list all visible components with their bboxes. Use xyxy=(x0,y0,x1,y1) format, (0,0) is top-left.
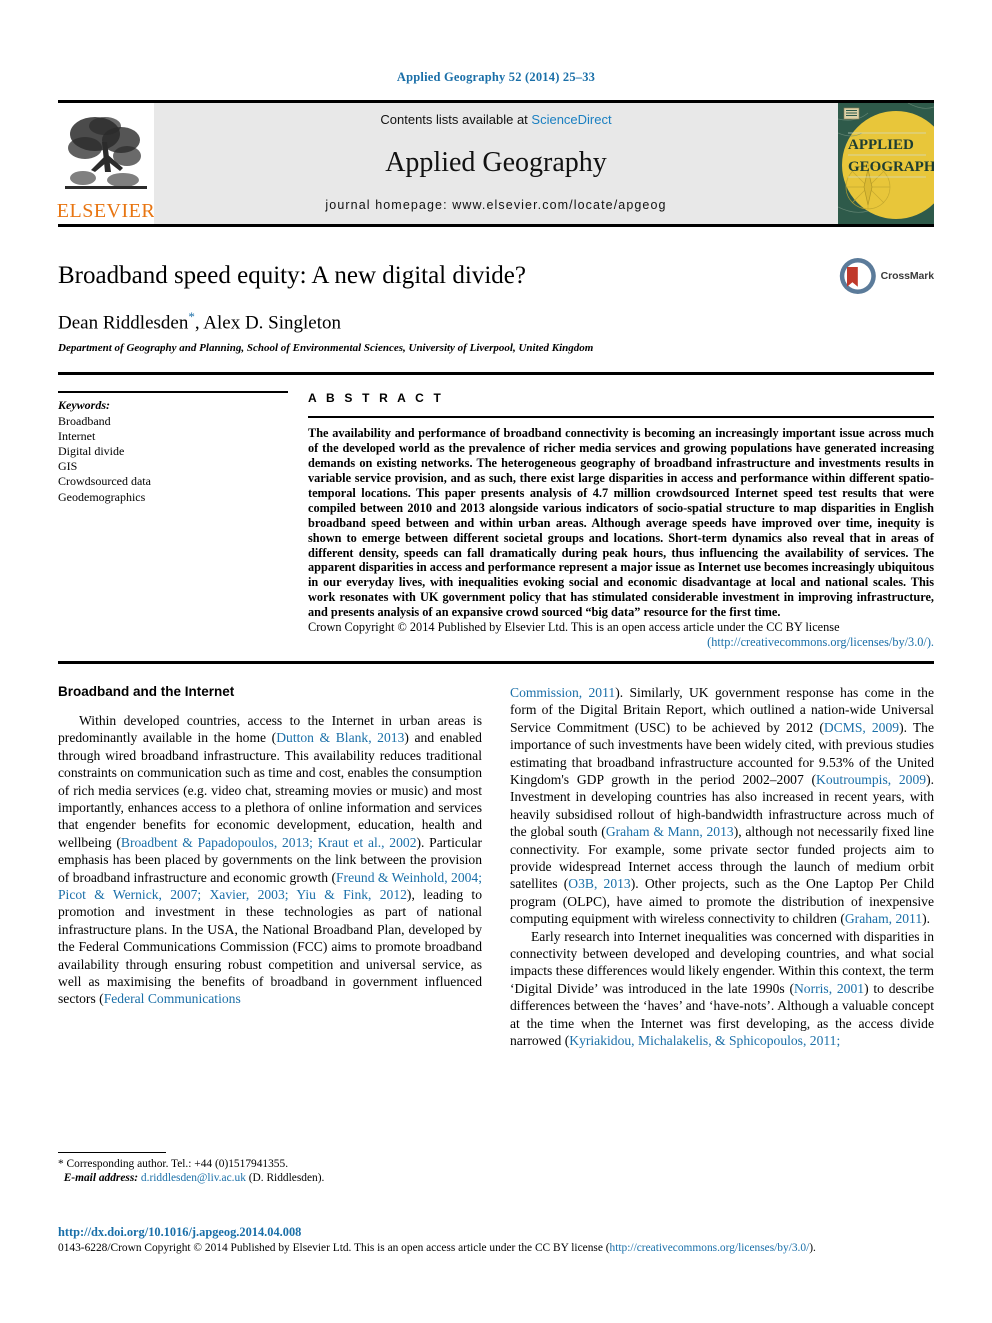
keywords-rule xyxy=(58,391,288,394)
author-list: Dean Riddlesden*, Alex D. Singleton xyxy=(58,305,934,334)
footnote-corresponding-author: * Corresponding author. Tel.: +44 (0)151… xyxy=(58,1158,289,1170)
keywords-column: Keywords: Broadband Internet Digital div… xyxy=(58,391,308,650)
footer-zone: http://dx.doi.org/10.1016/j.apgeog.2014.… xyxy=(58,1224,934,1256)
email-link[interactable]: d.riddlesden@liv.ac.uk xyxy=(141,1172,246,1184)
footnote-rule xyxy=(58,1152,166,1153)
footnote-zone: * Corresponding author. Tel.: +44 (0)151… xyxy=(58,1152,482,1185)
text-run: 0143-6228/Crown Copyright © 2014 Publish… xyxy=(58,1242,610,1254)
citation-link[interactable]: Koutroumpis, 2009 xyxy=(816,772,926,787)
journal-cover-art: APPLIED GEOGRAPHY xyxy=(838,103,934,224)
text-run: ), leading to promotion and investment i… xyxy=(58,886,482,1007)
text-run: ). xyxy=(809,1242,816,1254)
cover-text-geography: GEOGRAPHY xyxy=(848,159,934,175)
license-link[interactable]: http://creativecommons.org/licenses/by/3… xyxy=(610,1242,810,1254)
sciencedirect-link[interactable]: ScienceDirect xyxy=(531,112,611,127)
crossmark-label: CrossMark xyxy=(880,270,934,282)
text-run: ) and enabled through wired broadband in… xyxy=(58,730,482,850)
email-owner: (D. Riddlesden). xyxy=(248,1172,325,1184)
right-column: Commission, 2011). Similarly, UK governm… xyxy=(510,684,934,1050)
abstract-text: The availability and performance of broa… xyxy=(308,426,934,620)
elsevier-wordmark: ELSEVIER xyxy=(56,200,156,222)
citation-link[interactable]: Graham & Mann, 2013 xyxy=(606,824,734,839)
citation-link[interactable]: Dutton & Blank, 2013 xyxy=(276,730,404,745)
keywords-heading: Keywords: xyxy=(58,398,110,413)
citation-link[interactable]: O3B, 2013 xyxy=(568,876,630,891)
section-heading: Broadband and the Internet xyxy=(58,683,235,699)
title-block: Broadband speed equity: A new digital di… xyxy=(58,257,934,355)
paragraph: Early research into Internet inequalitie… xyxy=(510,928,934,1050)
email-label: E-mail address: xyxy=(63,1172,139,1184)
abstract-column: A B S T R A C T The availability and per… xyxy=(308,391,934,650)
affiliation: Department of Geography and Planning, Sc… xyxy=(58,342,594,355)
body-columns: Broadband and the Internet Within develo… xyxy=(58,684,934,1050)
keyword-item: Crowdsourced data xyxy=(58,474,151,489)
citation-link[interactable]: Broadbent & Papadopoulos, 2013; Kraut et… xyxy=(121,835,417,850)
paragraph: Within developed countries, access to th… xyxy=(58,712,482,1008)
abstract-region: Keywords: Broadband Internet Digital div… xyxy=(58,375,934,650)
abstract-body-divider xyxy=(58,660,934,664)
keywords-list: Keywords: Broadband Internet Digital div… xyxy=(58,398,288,504)
contents-prefix: Contents lists available at xyxy=(380,112,532,127)
masthead-center: Contents lists available at ScienceDirec… xyxy=(154,103,838,224)
crossmark-icon xyxy=(839,257,876,295)
citation-link[interactable]: Graham, 2011 xyxy=(845,911,922,926)
doi-link[interactable]: http://dx.doi.org/10.1016/j.apgeog.2014.… xyxy=(58,1224,934,1240)
keyword-item: Broadband xyxy=(58,413,111,428)
journal-masthead: ELSEVIER Contents lists available at Sci… xyxy=(56,100,934,227)
journal-title: Applied Geography xyxy=(385,146,607,178)
author-first: Dean Riddlesden xyxy=(58,312,189,334)
author-rest: , Alex D. Singleton xyxy=(194,312,342,334)
abstract-copyright: Crown Copyright © 2014 Published by Else… xyxy=(308,620,840,635)
text-run: ). xyxy=(922,911,931,927)
citation-link[interactable]: Norris, 2001 xyxy=(794,981,864,996)
keyword-item: GIS xyxy=(58,459,78,474)
keyword-item: Geodemographics xyxy=(58,489,146,504)
citation-link[interactable]: Federal Communications xyxy=(104,991,241,1006)
cover-text-applied: APPLIED xyxy=(848,137,914,153)
article-page: Applied Geography 52 (2014) 25–33 ELSEVI… xyxy=(0,0,992,1323)
running-head: Applied Geography 52 (2014) 25–33 xyxy=(396,70,596,84)
citation-link[interactable]: DCMS, 2009 xyxy=(824,720,899,735)
left-column: Broadband and the Internet Within develo… xyxy=(58,684,482,1050)
page-title: Broadband speed equity: A new digital di… xyxy=(58,262,526,289)
journal-cover-thumbnail: APPLIED GEOGRAPHY xyxy=(838,103,934,224)
elsevier-logo: ELSEVIER xyxy=(56,103,156,224)
issn-copyright-line: 0143-6228/Crown Copyright © 2014 Publish… xyxy=(58,1241,934,1256)
abstract-heading: A B S T R A C T xyxy=(308,391,444,406)
abstract-license-link[interactable]: (http://creativecommons.org/licenses/by/… xyxy=(308,635,934,650)
abstract-rule xyxy=(308,416,934,419)
footnote-email: E-mail address: d.riddlesden@liv.ac.uk (… xyxy=(58,1171,482,1185)
keyword-item: Digital divide xyxy=(58,443,125,458)
citation-link[interactable]: Commission, 2011 xyxy=(510,685,615,700)
paragraph: Commission, 2011). Similarly, UK governm… xyxy=(510,684,934,928)
journal-homepage[interactable]: journal homepage: www.elsevier.com/locat… xyxy=(325,198,666,212)
crossmark-badge[interactable]: CrossMark xyxy=(838,253,934,299)
citation-link[interactable]: Kyriakidou, Michalakelis, & Sphicopoulos… xyxy=(569,1033,840,1048)
elsevier-tree-icon xyxy=(65,117,147,189)
contents-available-line: Contents lists available at ScienceDirec… xyxy=(380,112,611,127)
keyword-item: Internet xyxy=(58,428,96,443)
